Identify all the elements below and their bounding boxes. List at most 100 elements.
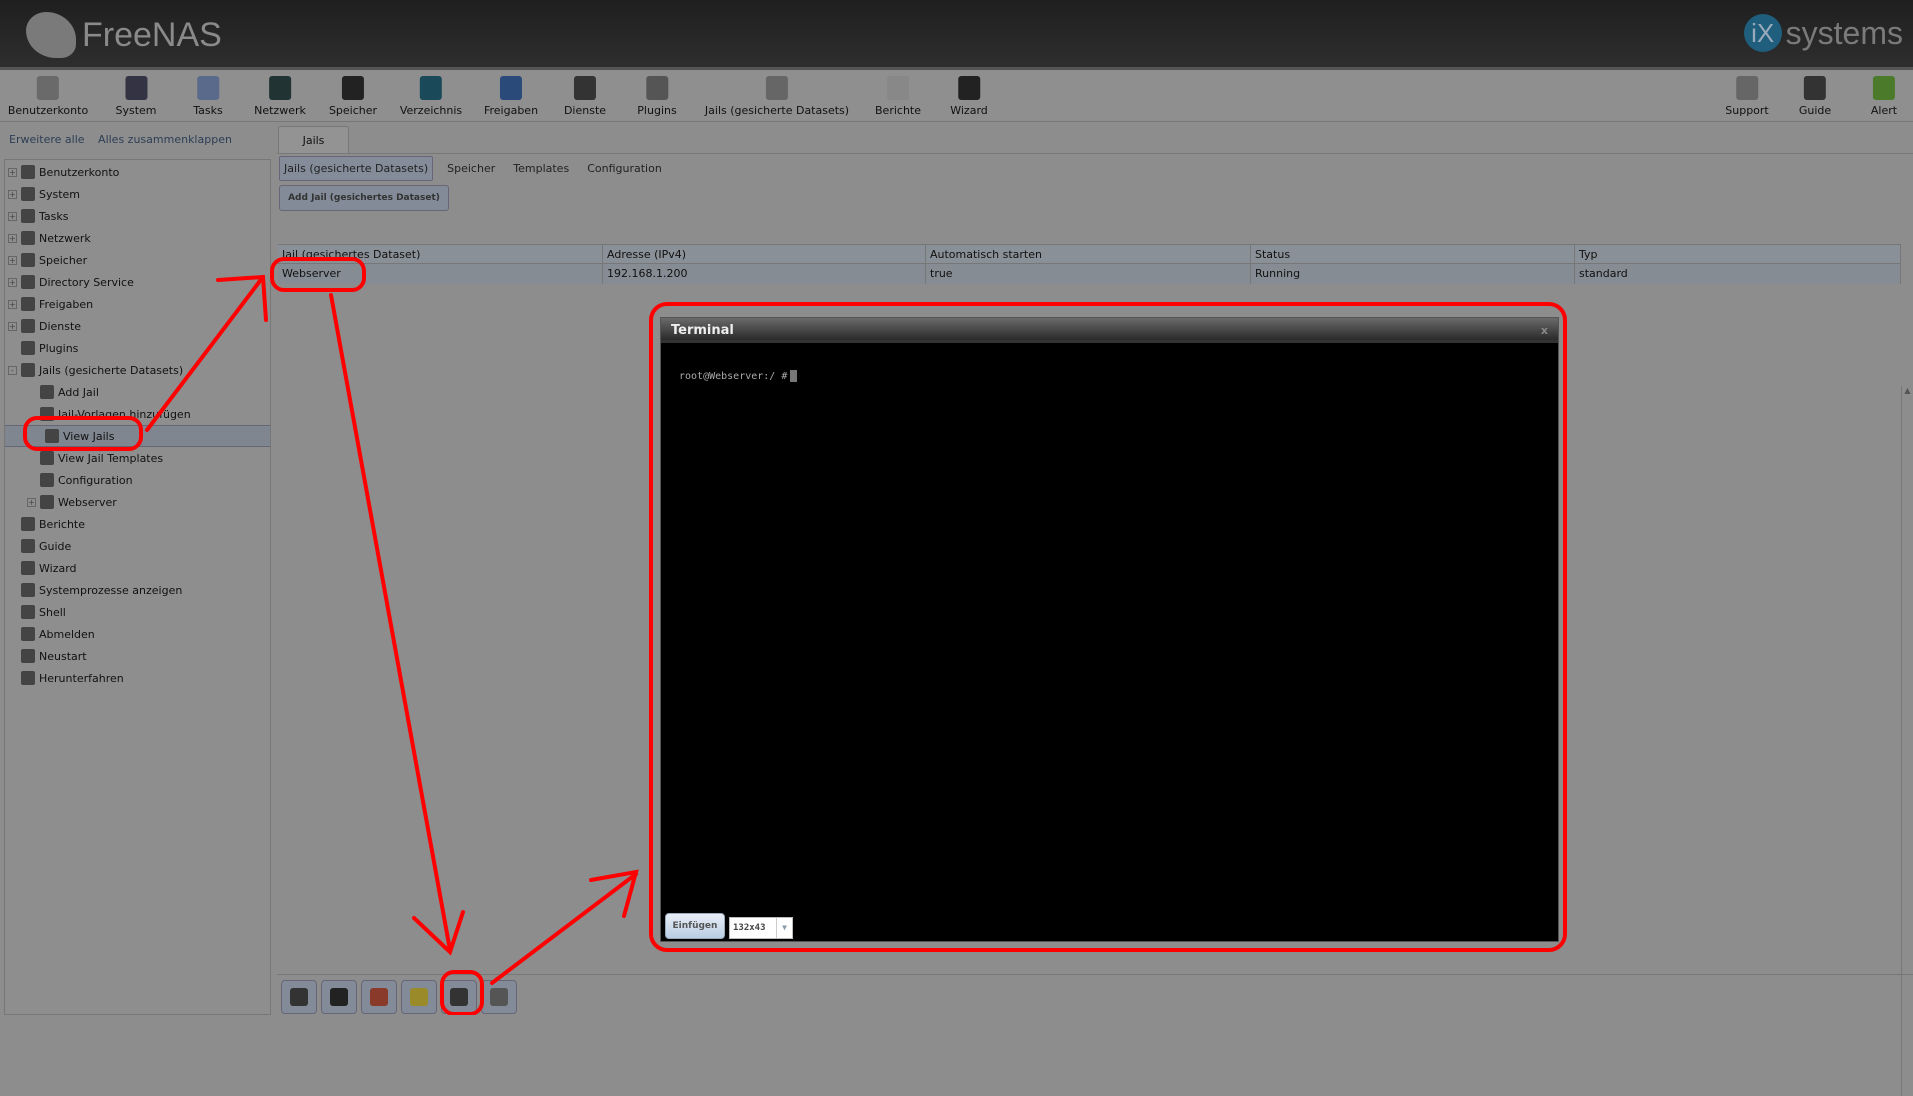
- close-icon[interactable]: x: [1541, 318, 1548, 343]
- terminal-cursor: [790, 370, 798, 382]
- terminal-title-bar: Terminal x: [661, 318, 1558, 343]
- toolbar-berichte[interactable]: Berichte: [875, 76, 921, 117]
- toolbar-system[interactable]: System: [115, 76, 157, 117]
- sidebar-item-netzwerk[interactable]: + Netzwerk: [8, 227, 91, 249]
- toolbar-freigaben[interactable]: Freigaben: [484, 76, 538, 117]
- sidebar-item-label: Freigaben: [39, 297, 94, 311]
- sidebar-item-label: View Jails: [63, 429, 115, 443]
- sidebar-item-herunterfahren[interactable]: Herunterfahren: [8, 667, 124, 689]
- expand-toggle-icon[interactable]: +: [8, 321, 17, 331]
- terminal-size-select[interactable]: 132x43 ▼: [729, 917, 793, 939]
- subtab-jails-gesicherte-datasets[interactable]: Jails (gesicherte Datasets): [279, 156, 434, 181]
- subtab-configuration[interactable]: Configuration: [583, 157, 666, 180]
- delete-button[interactable]: [481, 980, 517, 1014]
- tree-item-icon: [21, 363, 35, 377]
- sidebar-item-wizard[interactable]: Wizard: [8, 557, 77, 579]
- table-cell: true: [926, 264, 1251, 284]
- toolbar-dienste[interactable]: Dienste: [564, 76, 606, 117]
- expand-toggle-icon[interactable]: +: [8, 277, 17, 287]
- toolbar-plugins[interactable]: Plugins: [637, 76, 677, 117]
- sidebar-item-view-jails[interactable]: View Jails: [5, 425, 270, 447]
- expand-toggle-icon[interactable]: +: [8, 255, 17, 265]
- tree-item-icon: [21, 561, 35, 575]
- sidebar-item-webserver[interactable]: + Webserver: [27, 491, 117, 513]
- storage-button[interactable]: [321, 980, 357, 1014]
- sidebar-item-systemprozesse-anzeigen[interactable]: Systemprozesse anzeigen: [8, 579, 182, 601]
- table-cell: standard: [1575, 264, 1901, 284]
- sidebar-item-view-jail-templates[interactable]: View Jail Templates: [27, 447, 163, 469]
- subtab-speicher[interactable]: Speicher: [443, 157, 499, 180]
- sidebar-item-label: View Jail Templates: [58, 451, 164, 465]
- shell-button[interactable]: [441, 980, 477, 1014]
- collapse-all-link[interactable]: Alles zusammenklappen: [98, 133, 232, 146]
- toolbar-tasks[interactable]: Tasks: [193, 76, 223, 117]
- table-cell: 192.168.1.200: [603, 264, 926, 284]
- column-header[interactable]: Typ: [1575, 245, 1901, 263]
- reports-icon: [887, 76, 909, 100]
- sidebar-item-tasks[interactable]: + Tasks: [8, 205, 68, 227]
- toolbar-label: Dienste: [563, 104, 607, 117]
- sidebar-item-system[interactable]: + System: [8, 183, 80, 205]
- expand-toggle-icon[interactable]: +: [27, 497, 36, 507]
- column-header[interactable]: Status: [1251, 245, 1575, 263]
- sidebar-item-abmelden[interactable]: Abmelden: [8, 623, 95, 645]
- sidebar-item-label: Berichte: [39, 517, 85, 531]
- sidebar-item-benutzerkonto[interactable]: + Benutzerkonto: [8, 161, 119, 183]
- sidebar-item-shell[interactable]: Shell: [8, 601, 66, 623]
- toolbar-alert[interactable]: Alert: [1871, 76, 1897, 117]
- sidebar-item-speicher[interactable]: + Speicher: [8, 249, 87, 271]
- expand-toggle-icon[interactable]: +: [8, 211, 17, 221]
- paste-button[interactable]: Einfügen: [665, 913, 725, 939]
- expand-toggle-icon[interactable]: +: [8, 189, 17, 199]
- sidebar-item-configuration[interactable]: Configuration: [27, 469, 133, 491]
- stop-button[interactable]: [361, 980, 397, 1014]
- sidebar-item-plugins[interactable]: Plugins: [8, 337, 78, 359]
- sidebar-item-label: Neustart: [39, 649, 87, 663]
- sidebar-item-berichte[interactable]: Berichte: [8, 513, 85, 535]
- toolbar-wizard[interactable]: Wizard: [950, 76, 988, 117]
- edit-jail-button[interactable]: [281, 980, 317, 1014]
- tree-item-icon: [21, 187, 35, 201]
- vendor-name: systems: [1785, 14, 1903, 51]
- toolbar-speicher[interactable]: Speicher: [329, 76, 377, 117]
- subtab-templates[interactable]: Templates: [509, 157, 573, 180]
- toolbar-jails-gesicherte-datasets[interactable]: Jails (gesicherte Datasets): [705, 76, 849, 117]
- sidebar-item-directory-service[interactable]: + Directory Service: [8, 271, 134, 293]
- chevron-down-icon[interactable]: ▼: [776, 918, 792, 938]
- tree-item-icon: [40, 385, 54, 399]
- add-jail-button[interactable]: Add Jail (gesichertes Dataset): [279, 185, 449, 211]
- restart-button[interactable]: [401, 980, 437, 1014]
- wizard-icon: [958, 76, 980, 100]
- tab-jails[interactable]: Jails: [278, 126, 349, 154]
- expand-toggle-icon[interactable]: +: [8, 167, 17, 177]
- column-header[interactable]: Jail (gesichertes Dataset): [278, 245, 603, 263]
- sidebar-item-neustart[interactable]: Neustart: [8, 645, 87, 667]
- toolbar-guide[interactable]: Guide: [1799, 76, 1831, 117]
- sidebar-item-jails-gesicherte-datasets[interactable]: - Jails (gesicherte Datasets): [8, 359, 183, 381]
- toolbar-label: Jails (gesicherte Datasets): [704, 104, 850, 117]
- expand-all-link[interactable]: Erweitere alle: [9, 133, 85, 146]
- toolbar-netzwerk[interactable]: Netzwerk: [254, 76, 306, 117]
- tree-item-icon: [21, 539, 35, 553]
- terminal-output[interactable]: root@Webserver:/ #: [679, 370, 798, 382]
- sidebar-item-jail-vorlagen-hinzuf-gen[interactable]: Jail-Vorlagen hinzufügen: [27, 403, 191, 425]
- terminal-size-value: 132x43: [733, 923, 766, 933]
- sidebar-item-freigaben[interactable]: + Freigaben: [8, 293, 93, 315]
- sidebar-item-add-jail[interactable]: Add Jail: [27, 381, 99, 403]
- sidebar-item-label: Netzwerk: [39, 231, 91, 245]
- expand-toggle-icon[interactable]: -: [8, 365, 17, 375]
- sidebar-item-label: Benutzerkonto: [39, 165, 120, 179]
- toolbar-support[interactable]: Support: [1725, 76, 1769, 117]
- table-row[interactable]: Webserver 192.168.1.200 true Running standar…: [278, 264, 1901, 284]
- tree-item-icon: [21, 209, 35, 223]
- expand-toggle-icon[interactable]: +: [8, 299, 17, 309]
- sidebar-item-guide[interactable]: Guide: [8, 535, 71, 557]
- column-header[interactable]: Automatisch starten: [926, 245, 1251, 263]
- toolbar-verzeichnis[interactable]: Verzeichnis: [400, 76, 462, 117]
- tasks-icon: [196, 76, 219, 100]
- toolbar-benutzerkonto[interactable]: Benutzerkonto: [8, 76, 88, 117]
- expand-toggle-icon[interactable]: +: [8, 233, 17, 243]
- sidebar-item-dienste[interactable]: + Dienste: [8, 315, 81, 337]
- column-header[interactable]: Adresse (IPv4): [603, 245, 926, 263]
- toolbar-label: Guide: [1798, 104, 1832, 117]
